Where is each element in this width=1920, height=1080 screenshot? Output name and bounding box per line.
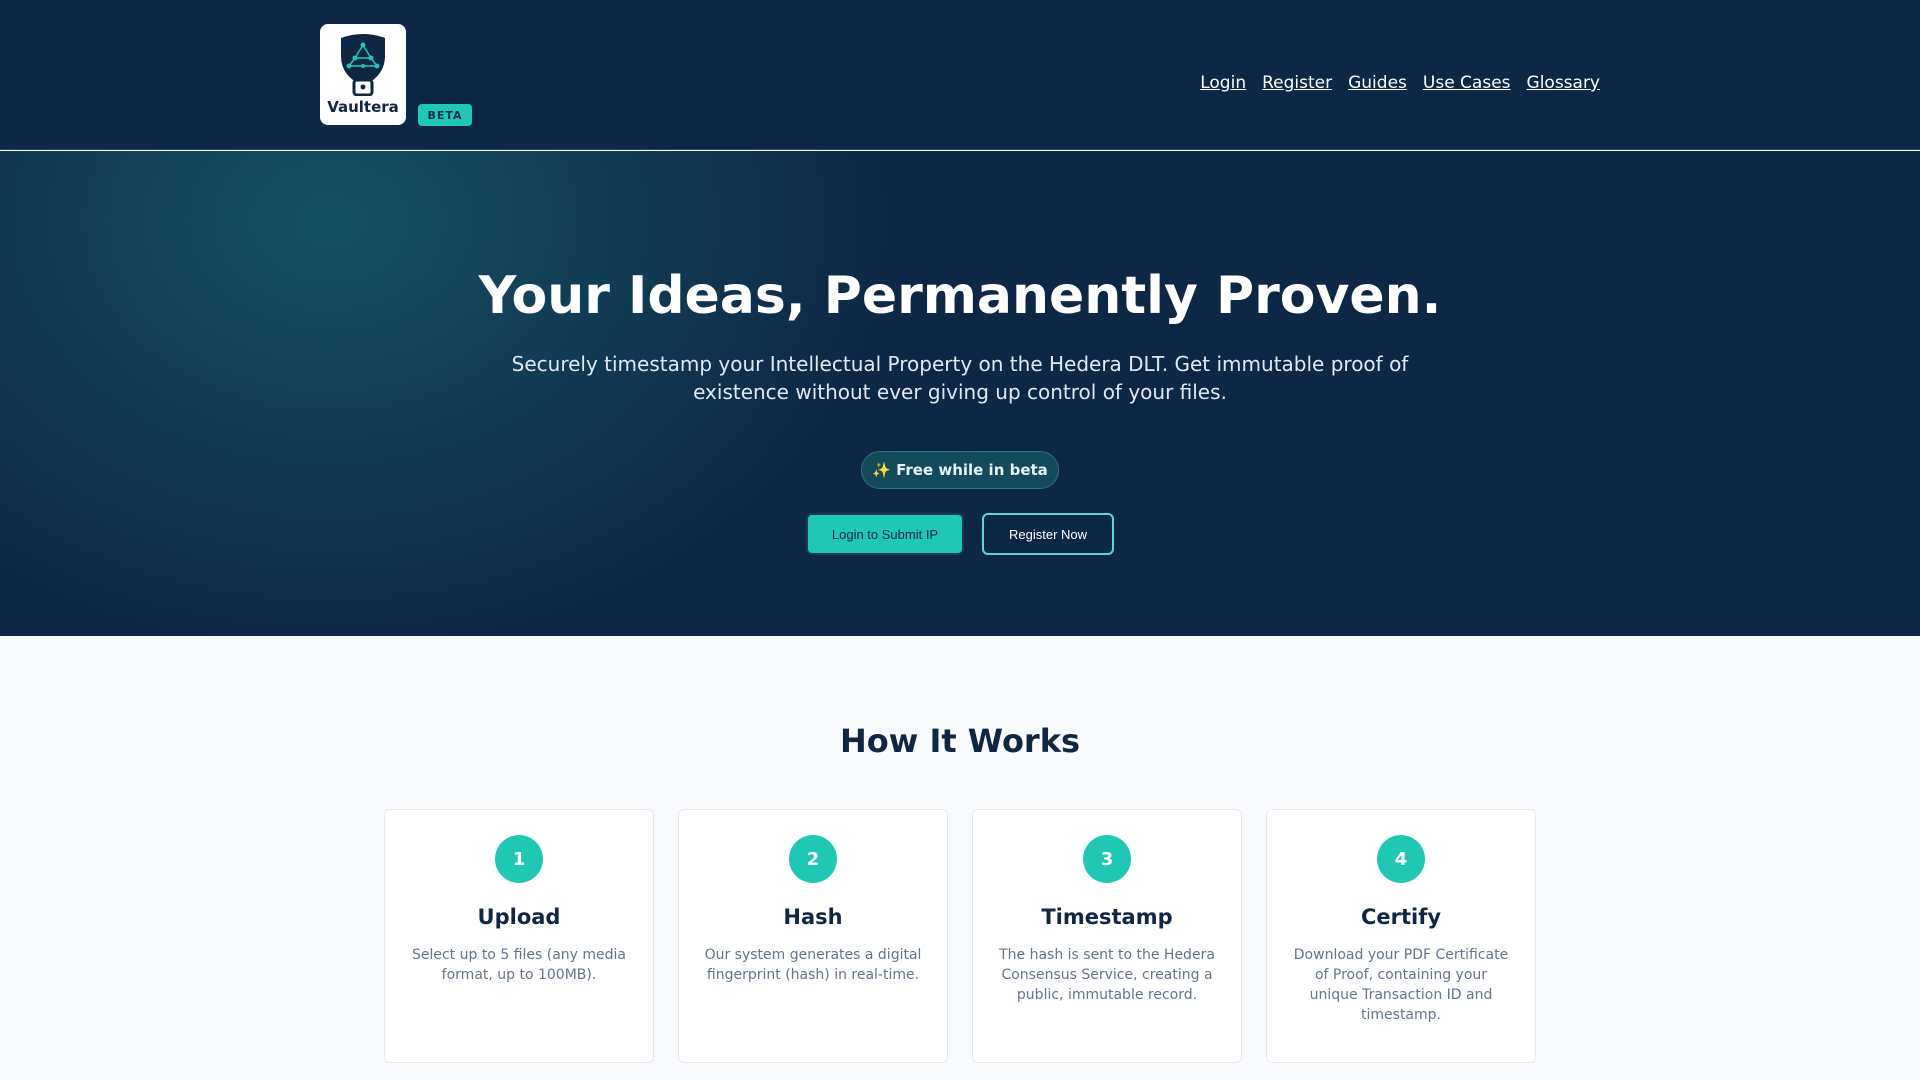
step-title: Upload	[477, 905, 561, 929]
step-description: Our system generates a digital fingerpri…	[704, 947, 922, 983]
hero-title: Your Ideas, Permanently Proven.	[478, 266, 1442, 326]
step-description: The hash is sent to the Hedera Consensus…	[999, 947, 1215, 1003]
nav-login-link[interactable]: Login	[1200, 73, 1246, 93]
beta-badge: BETA	[418, 104, 472, 126]
register-now-button[interactable]: Register Now	[982, 513, 1114, 555]
nav-register-link[interactable]: Register	[1262, 73, 1332, 93]
step-card-certify: 4 Certify Download your PDF Certificate …	[1266, 809, 1536, 1063]
step-number-badge: 2	[789, 835, 837, 883]
step-title: Timestamp	[1041, 905, 1173, 929]
step-title: Hash	[783, 905, 843, 929]
step-card-hash: 2 Hash Our system generates a digital fi…	[678, 809, 948, 1063]
free-beta-pill: ✨ Free while in beta	[861, 451, 1059, 489]
hero-section: Your Ideas, Permanently Proven. Securely…	[0, 151, 1920, 636]
shield-lock-icon	[341, 34, 385, 96]
vaultera-logo[interactable]: Vaultera	[320, 24, 406, 125]
step-card-upload: 1 Upload Select up to 5 files (any media…	[384, 809, 654, 1063]
login-to-submit-button[interactable]: Login to Submit IP	[806, 513, 964, 555]
step-number-badge: 1	[495, 835, 543, 883]
step-description: Download your PDF Certificate of Proof, …	[1293, 947, 1509, 1023]
how-it-works-title: How It Works	[839, 722, 1081, 760]
nav-glossary-link[interactable]: Glossary	[1527, 73, 1600, 93]
main-nav: Login Register Guides Use Cases Glossary	[1200, 73, 1600, 93]
step-description: Select up to 5 files (any media format, …	[411, 947, 627, 983]
step-title: Certify	[1360, 905, 1442, 929]
hero-subtitle: Securely timestamp your Intellectual Pro…	[511, 352, 1409, 404]
step-card-timestamp: 3 Timestamp The hash is sent to the Hede…	[972, 809, 1242, 1063]
site-header: Vaultera BETA Login Register Guides Use …	[0, 0, 1920, 150]
step-number-badge: 4	[1377, 835, 1425, 883]
nav-use-cases-link[interactable]: Use Cases	[1423, 73, 1511, 93]
logo-text: Vaultera	[327, 98, 399, 116]
steps-list: 1 Upload Select up to 5 files (any media…	[384, 809, 1536, 1063]
step-number-badge: 3	[1083, 835, 1131, 883]
nav-guides-link[interactable]: Guides	[1348, 73, 1407, 93]
